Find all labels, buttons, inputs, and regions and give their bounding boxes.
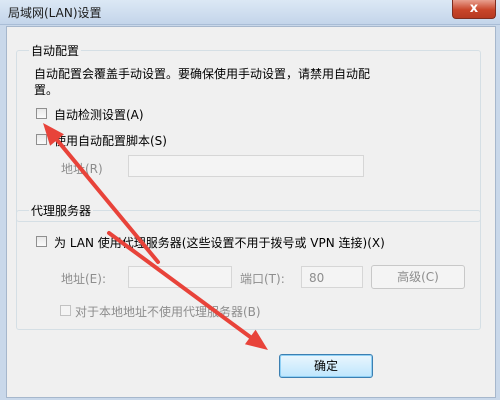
dialog-body: 自动配置 自动配置会覆盖手动设置。要确保使用手动设置，请禁用自动配 置。 自动检… [6,26,496,398]
close-icon: x [469,1,479,16]
close-button[interactable]: x [452,0,496,19]
auto-detect-checkbox[interactable] [36,108,47,119]
auto-config-group-title: 自动配置 [29,42,82,59]
auto-config-script-checkbox[interactable] [36,134,47,145]
auto-detect-label[interactable]: 自动检测设置(A) [54,106,144,123]
use-proxy-label[interactable]: 为 LAN 使用代理服务器(这些设置不用于拨号或 VPN 连接)(X) [54,234,385,251]
script-address-label: 地址(R) [61,162,103,176]
proxy-group-title: 代理服务器 [29,202,94,219]
proxy-address-label: 地址(E): [61,272,106,286]
proxy-port-label: 端口(T): [240,272,285,286]
script-address-input[interactable] [128,155,364,177]
title-bar: 局域网(LAN)设置 x [0,0,500,25]
window-title: 局域网(LAN)设置 [8,6,102,20]
ok-button[interactable]: 确定 [279,354,373,378]
proxy-port-input[interactable]: 80 [301,266,363,288]
auto-config-description-line1: 自动配置会覆盖手动设置。要确保使用手动设置，请禁用自动配 [34,67,371,81]
use-proxy-checkbox[interactable] [36,236,47,247]
advanced-button[interactable]: 高级(C) [371,265,465,289]
proxy-address-input[interactable] [128,266,232,288]
bypass-local-label[interactable]: 对于本地地址不使用代理服务器(B) [75,303,261,320]
auto-config-script-label[interactable]: 使用自动配置脚本(S) [54,132,167,149]
bypass-local-checkbox[interactable] [60,305,71,316]
auto-config-description-line2: 置。 [34,83,59,97]
